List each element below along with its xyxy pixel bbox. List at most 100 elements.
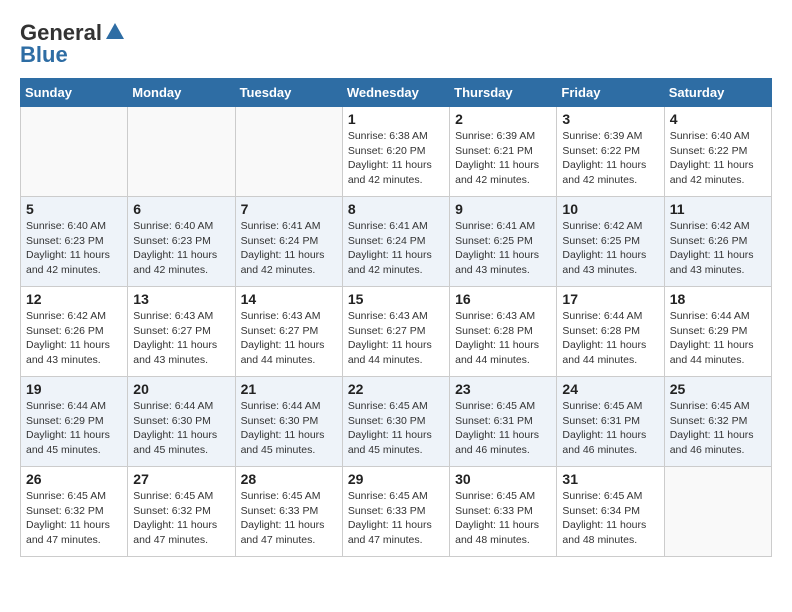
day-info: Sunrise: 6:45 AMSunset: 6:32 PMDaylight:… xyxy=(670,399,766,458)
calendar-cell: 21 Sunrise: 6:44 AMSunset: 6:30 PMDayligh… xyxy=(235,377,342,467)
day-number: 10 xyxy=(562,201,658,217)
weekday-header-tuesday: Tuesday xyxy=(235,79,342,107)
calendar-cell: 11Sunrise: 6:42 AMSunset: 6:26 PMDayligh… xyxy=(664,197,771,287)
day-info: Sunrise: 6:42 AMSunset: 6:26 PMDaylight:… xyxy=(26,309,122,368)
calendar-cell xyxy=(235,107,342,197)
day-info: Sunrise: 6:40 AMSunset: 6:23 PMDaylight:… xyxy=(133,219,229,278)
day-info: Sunrise: 6:38 AMSunset: 6:20 PMDaylight:… xyxy=(348,129,444,188)
day-number: 23 xyxy=(455,381,551,397)
calendar-cell: 7Sunrise: 6:41 AMSunset: 6:24 PMDaylight… xyxy=(235,197,342,287)
day-number: 25 xyxy=(670,381,766,397)
day-info: Sunrise: 6:43 AMSunset: 6:27 PMDaylight:… xyxy=(348,309,444,368)
calendar-cell xyxy=(21,107,128,197)
day-number: 13 xyxy=(133,291,229,307)
calendar-cell: 2 Sunrise: 6:39 AMSunset: 6:21 PMDaylight… xyxy=(450,107,557,197)
day-info: Sunrise: 6:39 AMSunset: 6:22 PMDaylight:… xyxy=(562,129,658,188)
day-info: Sunrise: 6:45 AMSunset: 6:32 PMDaylight:… xyxy=(133,489,229,548)
day-number: 30 xyxy=(455,471,551,487)
calendar-cell: 5 Sunrise: 6:40 AMSunset: 6:23 PMDaylight… xyxy=(21,197,128,287)
day-number: 27 xyxy=(133,471,229,487)
logo-icon xyxy=(104,21,126,43)
day-number: 31 xyxy=(562,471,658,487)
day-info: Sunrise: 6:42 AMSunset: 6:25 PMDaylight:… xyxy=(562,219,658,278)
calendar-cell: 29Sunrise: 6:45 AMSunset: 6:33 PMDayligh… xyxy=(342,467,449,557)
day-number: 5 xyxy=(26,201,122,217)
day-number: 1 xyxy=(348,111,444,127)
weekday-header-row: SundayMondayTuesdayWednesdayThursdayFrid… xyxy=(21,79,772,107)
day-number: 6 xyxy=(133,201,229,217)
calendar-cell: 30 Sunrise: 6:45 AMSunset: 6:33 PMDayligh… xyxy=(450,467,557,557)
calendar-week-5: 26Sunrise: 6:45 AMSunset: 6:32 PMDayligh… xyxy=(21,467,772,557)
day-number: 15 xyxy=(348,291,444,307)
day-info: Sunrise: 6:40 AMSunset: 6:23 PMDaylight:… xyxy=(26,219,122,278)
weekday-header-thursday: Thursday xyxy=(450,79,557,107)
day-number: 29 xyxy=(348,471,444,487)
day-number: 18 xyxy=(670,291,766,307)
day-number: 24 xyxy=(562,381,658,397)
day-info: Sunrise: 6:44 AMSunset: 6:29 PMDaylight:… xyxy=(670,309,766,368)
day-number: 3 xyxy=(562,111,658,127)
calendar-cell: 18 Sunrise: 6:44 AMSunset: 6:29 PMDayligh… xyxy=(664,287,771,377)
day-info: Sunrise: 6:43 AMSunset: 6:27 PMDaylight:… xyxy=(133,309,229,368)
calendar-table: SundayMondayTuesdayWednesdayThursdayFrid… xyxy=(20,78,772,557)
calendar-week-1: 1 Sunrise: 6:38 AMSunset: 6:20 PMDaylight… xyxy=(21,107,772,197)
calendar-cell: 1 Sunrise: 6:38 AMSunset: 6:20 PMDaylight… xyxy=(342,107,449,197)
day-info: Sunrise: 6:45 AMSunset: 6:34 PMDaylight:… xyxy=(562,489,658,548)
day-number: 12 xyxy=(26,291,122,307)
calendar-cell: 20Sunrise: 6:44 AMSunset: 6:30 PMDayligh… xyxy=(128,377,235,467)
calendar-cell: 24 Sunrise: 6:45 AMSunset: 6:31 PMDayligh… xyxy=(557,377,664,467)
page-header: General Blue xyxy=(20,20,772,68)
day-info: Sunrise: 6:44 AMSunset: 6:29 PMDaylight:… xyxy=(26,399,122,458)
calendar-cell: 4Sunrise: 6:40 AMSunset: 6:22 PMDaylight… xyxy=(664,107,771,197)
calendar-cell: 23 Sunrise: 6:45 AMSunset: 6:31 PMDayligh… xyxy=(450,377,557,467)
day-info: Sunrise: 6:45 AMSunset: 6:33 PMDaylight:… xyxy=(241,489,337,548)
logo: General Blue xyxy=(20,20,126,68)
day-info: Sunrise: 6:44 AMSunset: 6:28 PMDaylight:… xyxy=(562,309,658,368)
calendar-cell: 3 Sunrise: 6:39 AMSunset: 6:22 PMDaylight… xyxy=(557,107,664,197)
day-info: Sunrise: 6:41 AMSunset: 6:25 PMDaylight:… xyxy=(455,219,551,278)
day-number: 22 xyxy=(348,381,444,397)
day-info: Sunrise: 6:45 AMSunset: 6:31 PMDaylight:… xyxy=(455,399,551,458)
day-number: 20 xyxy=(133,381,229,397)
calendar-cell: 13 Sunrise: 6:43 AMSunset: 6:27 PMDayligh… xyxy=(128,287,235,377)
day-number: 16 xyxy=(455,291,551,307)
calendar-cell: 10 Sunrise: 6:42 AMSunset: 6:25 PMDayligh… xyxy=(557,197,664,287)
day-number: 19 xyxy=(26,381,122,397)
day-info: Sunrise: 6:40 AMSunset: 6:22 PMDaylight:… xyxy=(670,129,766,188)
calendar-cell xyxy=(128,107,235,197)
day-number: 28 xyxy=(241,471,337,487)
calendar-cell: 17 Sunrise: 6:44 AMSunset: 6:28 PMDayligh… xyxy=(557,287,664,377)
calendar-cell: 15 Sunrise: 6:43 AMSunset: 6:27 PMDayligh… xyxy=(342,287,449,377)
calendar-cell: 12 Sunrise: 6:42 AMSunset: 6:26 PMDayligh… xyxy=(21,287,128,377)
weekday-header-monday: Monday xyxy=(128,79,235,107)
day-number: 7 xyxy=(241,201,337,217)
day-info: Sunrise: 6:45 AMSunset: 6:31 PMDaylight:… xyxy=(562,399,658,458)
calendar-cell: 26Sunrise: 6:45 AMSunset: 6:32 PMDayligh… xyxy=(21,467,128,557)
day-number: 21 xyxy=(241,381,337,397)
calendar-cell: 31 Sunrise: 6:45 AMSunset: 6:34 PMDayligh… xyxy=(557,467,664,557)
calendar-cell: 8Sunrise: 6:41 AMSunset: 6:24 PMDaylight… xyxy=(342,197,449,287)
weekday-header-friday: Friday xyxy=(557,79,664,107)
day-info: Sunrise: 6:45 AMSunset: 6:33 PMDaylight:… xyxy=(455,489,551,548)
day-number: 17 xyxy=(562,291,658,307)
day-number: 9 xyxy=(455,201,551,217)
day-info: Sunrise: 6:39 AMSunset: 6:21 PMDaylight:… xyxy=(455,129,551,188)
weekday-header-saturday: Saturday xyxy=(664,79,771,107)
calendar-cell: 9 Sunrise: 6:41 AMSunset: 6:25 PMDaylight… xyxy=(450,197,557,287)
weekday-header-sunday: Sunday xyxy=(21,79,128,107)
day-number: 14 xyxy=(241,291,337,307)
calendar-week-2: 5 Sunrise: 6:40 AMSunset: 6:23 PMDaylight… xyxy=(21,197,772,287)
calendar-week-4: 19 Sunrise: 6:44 AMSunset: 6:29 PMDayligh… xyxy=(21,377,772,467)
calendar-cell: 28 Sunrise: 6:45 AMSunset: 6:33 PMDayligh… xyxy=(235,467,342,557)
day-number: 2 xyxy=(455,111,551,127)
calendar-cell: 27 Sunrise: 6:45 AMSunset: 6:32 PMDayligh… xyxy=(128,467,235,557)
weekday-header-wednesday: Wednesday xyxy=(342,79,449,107)
day-number: 8 xyxy=(348,201,444,217)
day-info: Sunrise: 6:44 AMSunset: 6:30 PMDaylight:… xyxy=(241,399,337,458)
calendar-cell: 22 Sunrise: 6:45 AMSunset: 6:30 PMDayligh… xyxy=(342,377,449,467)
day-number: 11 xyxy=(670,201,766,217)
day-info: Sunrise: 6:45 AMSunset: 6:30 PMDaylight:… xyxy=(348,399,444,458)
calendar-cell: 16Sunrise: 6:43 AMSunset: 6:28 PMDayligh… xyxy=(450,287,557,377)
calendar-cell: 14Sunrise: 6:43 AMSunset: 6:27 PMDayligh… xyxy=(235,287,342,377)
calendar-week-3: 12 Sunrise: 6:42 AMSunset: 6:26 PMDayligh… xyxy=(21,287,772,377)
